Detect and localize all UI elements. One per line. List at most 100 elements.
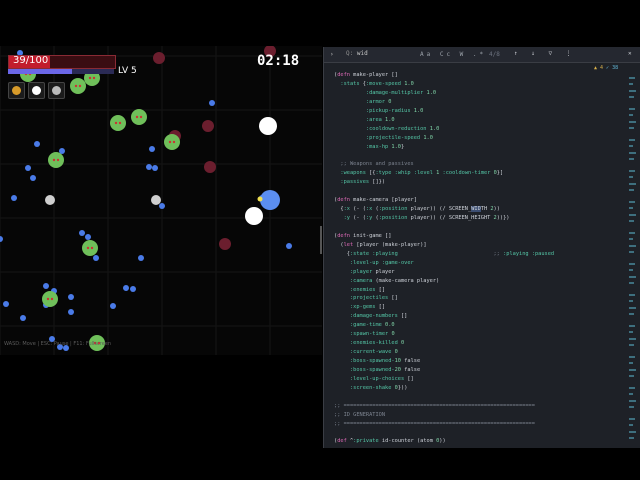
code-line[interactable]: :y (- (:y (:position player)) (/ SCREEN_… <box>334 214 554 223</box>
code-line[interactable]: :damage-multiplier 1.0 <box>334 89 554 98</box>
code-line[interactable]: :armor 0 <box>334 98 554 107</box>
code-line[interactable]: ;; Weapons and passives <box>334 160 554 169</box>
level-label: LV 5 <box>118 66 137 76</box>
code-line[interactable]: :projectile-speed 1.0 <box>334 134 554 143</box>
code-line[interactable]: :camera (make-camera player) <box>334 277 554 286</box>
code-line[interactable]: :game-time 0.0 <box>334 321 554 330</box>
minimap-line <box>629 343 634 346</box>
find-nav-buttons[interactable]: ↑ ↓ ▽ ⋮ <box>514 50 577 57</box>
code-line[interactable]: ;; ID GENERATION <box>334 411 554 420</box>
code-line[interactable] <box>334 393 554 402</box>
code-line[interactable]: :projectiles [] <box>334 294 554 303</box>
minimap-line <box>629 374 634 377</box>
code-line[interactable]: :area 1.0 <box>334 116 554 125</box>
xp-gem <box>85 234 91 240</box>
minimap-line <box>629 300 633 303</box>
code-line[interactable]: :current-wave 0 <box>334 348 554 357</box>
enemy <box>42 291 58 307</box>
code-line[interactable]: :player player <box>334 268 554 277</box>
minimap-line <box>629 219 634 222</box>
enemy-eye <box>88 76 92 80</box>
code-line[interactable]: :spawn-timer 0 <box>334 330 554 339</box>
code-line[interactable]: :weapons [{:type :whip :level 1 :cooldow… <box>334 169 554 178</box>
minimap-line <box>629 337 636 340</box>
code-line[interactable]: :xp-gems [] <box>334 303 554 312</box>
whip-icon <box>12 86 21 95</box>
enemy-eye <box>90 246 94 250</box>
code-text[interactable]: (defn make-player [] :stats {:move-speed… <box>334 71 554 446</box>
code-line[interactable]: :level-up-choices [] <box>334 375 554 384</box>
minimap-line <box>629 120 636 123</box>
enemy-eye <box>50 297 54 301</box>
xp-gem <box>11 195 17 201</box>
code-line[interactable]: (let [player (make-player)] <box>334 241 554 250</box>
minimap-line <box>629 368 636 371</box>
code-line[interactable]: :passives []}) <box>334 178 554 187</box>
editor-scrollbar[interactable] <box>320 226 322 254</box>
enemy-eye <box>118 121 122 125</box>
close-icon[interactable]: ✕ <box>628 50 632 57</box>
code-line[interactable]: :stats {:move-speed 1.0 <box>334 80 554 89</box>
minimap-line <box>629 312 634 315</box>
code-line[interactable]: {:state :playing ;; :playing :paused <box>334 250 554 259</box>
minimap-line <box>629 89 636 92</box>
minimap-line <box>629 269 633 272</box>
minimap-line <box>629 157 634 160</box>
minimap-line <box>629 362 633 365</box>
code-line[interactable] <box>334 187 554 196</box>
xp-gem <box>149 146 155 152</box>
enemy-eye <box>168 140 172 144</box>
code-line[interactable]: (defn make-player [] <box>334 71 554 80</box>
minimap-line <box>629 325 635 328</box>
code-line[interactable]: (defn make-camera [player] <box>334 196 554 205</box>
xp-gem <box>20 315 26 321</box>
code-line[interactable]: :enemies [] <box>334 286 554 295</box>
code-line[interactable]: :max-hp 1.0} <box>334 143 554 152</box>
code-line[interactable] <box>334 429 554 438</box>
enemy <box>110 115 126 131</box>
projectile-orb <box>151 195 161 205</box>
code-line[interactable]: :pickup-radius 1.0 <box>334 107 554 116</box>
orb-icon <box>52 86 61 95</box>
code-line[interactable]: :boss-spawned-20 false <box>334 366 554 375</box>
code-editor[interactable]: › Q: wid Aa Cc W .* 4/8 ↑ ↓ ▽ ⋮ ✕ ▲ 4 ✓ … <box>323 47 640 448</box>
code-line[interactable]: :cooldown-reduction 1.0 <box>334 125 554 134</box>
minimap-line <box>629 95 634 98</box>
enemy-eye <box>92 76 96 80</box>
code-line[interactable]: :damage-numbers [] <box>334 312 554 321</box>
weapon-slots <box>8 82 65 99</box>
minimap-line <box>629 151 636 154</box>
warning-count: ▲ 4 <box>594 65 604 71</box>
minimap-line <box>629 393 633 396</box>
code-line[interactable]: :screen-shake 0})) <box>334 384 554 393</box>
minimap-line <box>629 281 634 284</box>
minimap-line <box>629 176 633 179</box>
code-line[interactable] <box>334 151 554 160</box>
dark-enemy <box>219 238 231 250</box>
find-options[interactable]: Aa Cc W .* <box>420 51 486 58</box>
code-line[interactable] <box>334 223 554 232</box>
code-line[interactable]: :enemies-killed 0 <box>334 339 554 348</box>
code-line[interactable]: ;; =====================================… <box>334 420 554 429</box>
xp-gem <box>3 301 9 307</box>
xp-gem <box>68 309 74 315</box>
code-line[interactable]: :boss-spawned-10 false <box>334 357 554 366</box>
xp-gem <box>30 175 36 181</box>
problems-indicator[interactable]: ▲ 4 ✓ 38 <box>594 65 618 71</box>
toggle-replace-icon[interactable]: › <box>330 51 334 58</box>
minimap-line <box>629 405 634 408</box>
minimap-line <box>629 213 636 216</box>
minimap-line <box>629 244 636 247</box>
minimap-line <box>629 250 634 253</box>
minimap[interactable] <box>628 63 637 443</box>
code-line[interactable]: ;; =====================================… <box>334 402 554 411</box>
code-line[interactable]: (defn init-game [] <box>334 232 554 241</box>
minimap-line <box>629 430 636 433</box>
code-line[interactable]: {:x (- (:x (:position player)) (/ SCREEN… <box>334 205 554 214</box>
xp-gem <box>43 283 49 289</box>
code-line[interactable]: :level-up :game-over <box>334 259 554 268</box>
enemy-eye <box>52 158 56 162</box>
xp-gem <box>79 230 85 236</box>
code-line[interactable]: (def ^:private id-counter (atom 0)) <box>334 437 554 446</box>
weapon-slot <box>8 82 25 99</box>
